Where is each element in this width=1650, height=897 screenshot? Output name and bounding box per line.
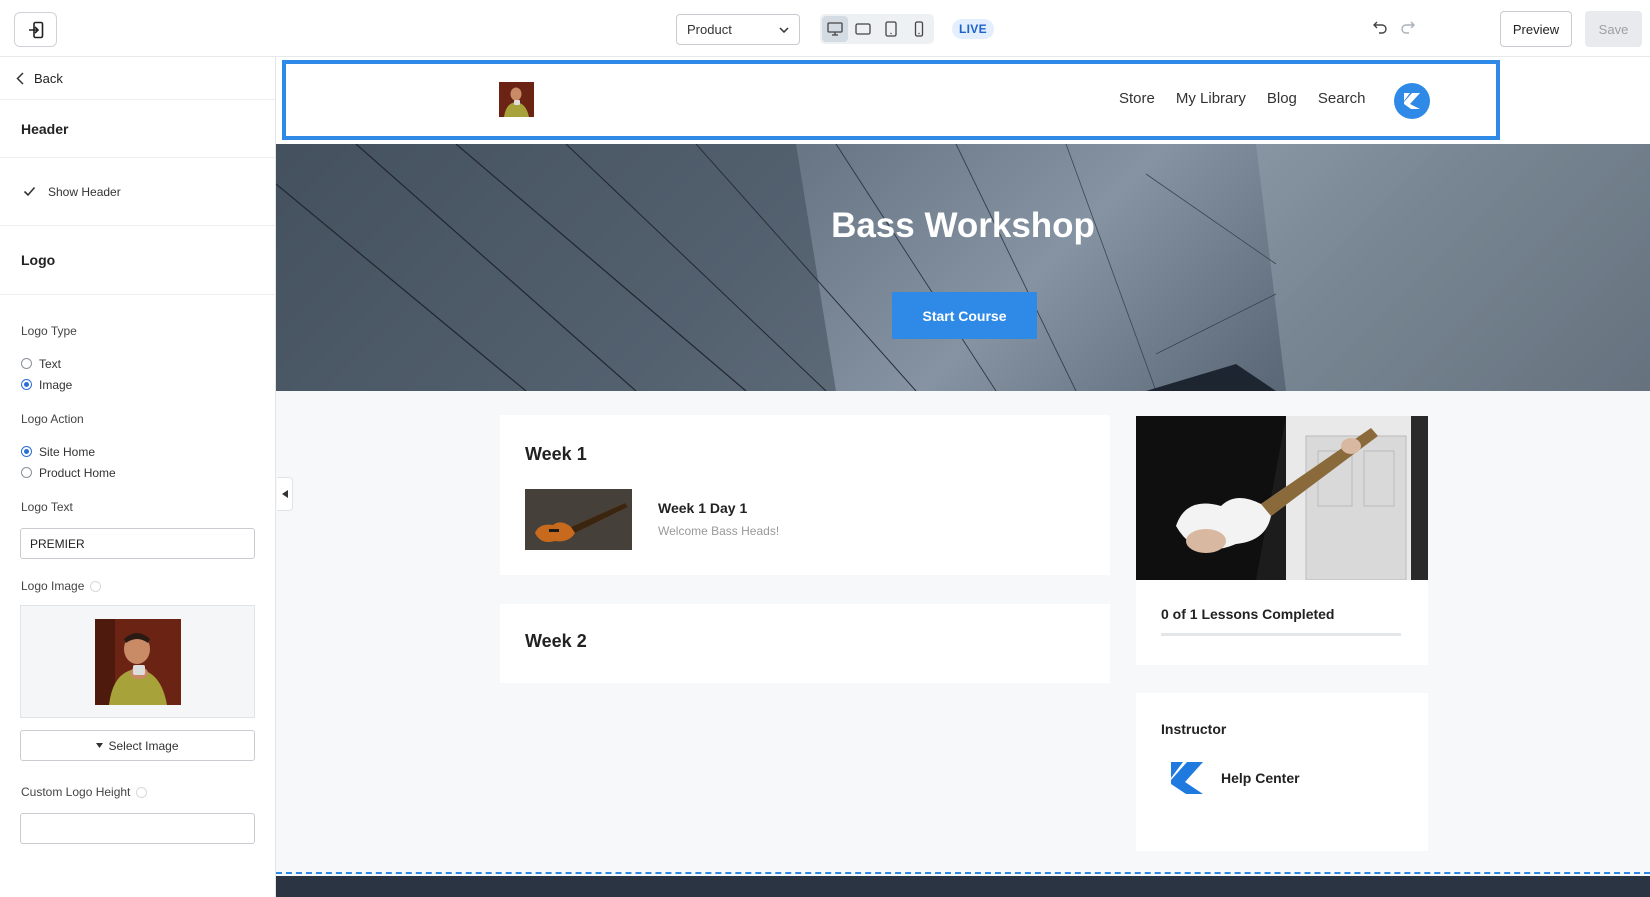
site-footer[interactable] — [276, 876, 1650, 897]
logo-image-label-row: Logo Image — [0, 579, 275, 593]
page-type-select[interactable]: Product — [676, 14, 800, 45]
instructor-card: Instructor Help Center — [1136, 693, 1428, 851]
logo-text-label: Logo Text — [21, 500, 73, 514]
site-header[interactable]: Store My Library Blog Search — [276, 57, 1650, 144]
hero-background-image — [276, 144, 1650, 391]
mobile-view-button[interactable] — [906, 16, 932, 42]
logo-action-label: Logo Action — [21, 412, 84, 426]
logo-action-option-site-home[interactable]: Site Home — [0, 441, 275, 462]
preview-button[interactable]: Preview — [1500, 11, 1572, 47]
lesson-subtitle: Welcome Bass Heads! — [658, 524, 780, 538]
checkbox-checked-icon[interactable] — [22, 185, 36, 199]
progress-section: 0 of 1 Lessons Completed — [1136, 580, 1428, 665]
nav-search[interactable]: Search — [1318, 90, 1366, 107]
chevron-left-icon — [16, 71, 24, 85]
device-switcher — [820, 14, 934, 44]
user-avatar[interactable] — [1394, 83, 1430, 119]
logo-image-label: Logo Image — [21, 579, 85, 593]
custom-logo-height-label: Custom Logo Height — [21, 785, 131, 799]
site-logo-image[interactable] — [499, 82, 534, 117]
live-status-badge: LIVE — [952, 19, 994, 39]
select-image-button[interactable]: Select Image — [20, 730, 255, 761]
radio-selected-icon[interactable] — [21, 446, 32, 457]
redo-icon — [1401, 21, 1415, 34]
desktop-icon — [827, 22, 843, 36]
settings-panel: Back Header Show Header Logo Logo Type T… — [0, 57, 276, 897]
nav-my-library[interactable]: My Library — [1176, 90, 1246, 107]
hero-banner: Bass Workshop Start Course — [276, 144, 1650, 391]
info-icon[interactable] — [136, 787, 148, 799]
instructor-name[interactable]: Help Center — [1221, 770, 1300, 786]
logo-action-option-product-home[interactable]: Product Home — [0, 462, 275, 483]
caret-down-icon — [96, 743, 104, 748]
info-icon[interactable] — [90, 581, 102, 593]
logo-type-label: Logo Type — [21, 324, 77, 338]
logo-section-title: Logo — [0, 226, 275, 295]
editor-toolbar: Product LIVE Preview Save — [0, 0, 1650, 57]
footer-selection-outline — [276, 872, 1650, 874]
week-2-card: Week 2 — [500, 604, 1110, 683]
header-section-title: Header — [0, 100, 275, 158]
option-label: Image — [39, 377, 73, 392]
redo-button[interactable] — [1400, 18, 1416, 39]
radio-selected-icon[interactable] — [21, 379, 32, 390]
mobile-icon — [914, 21, 924, 37]
logo-text-input[interactable]: PREMIER — [20, 528, 255, 559]
hero-title: Bass Workshop — [831, 206, 1095, 245]
tablet-landscape-view-button[interactable] — [850, 16, 876, 42]
lesson-title[interactable]: Week 1 Day 1 — [658, 500, 747, 516]
radio-unselected-icon[interactable] — [21, 358, 32, 369]
collapse-panel-button[interactable] — [277, 477, 293, 511]
lessons-completed-text: 0 of 1 Lessons Completed — [1161, 606, 1335, 622]
select-image-label: Select Image — [108, 738, 179, 753]
option-label: Text — [39, 356, 62, 371]
show-header-label: Show Header — [48, 184, 121, 199]
custom-logo-height-label-row: Custom Logo Height — [0, 785, 275, 799]
option-label: Product Home — [39, 465, 116, 480]
undo-button[interactable] — [1372, 18, 1388, 39]
chevron-down-icon — [779, 26, 789, 33]
site-nav: Store My Library Blog Search — [1119, 90, 1365, 107]
logo-photo-image — [94, 618, 181, 705]
custom-logo-height-input[interactable] — [20, 813, 255, 844]
back-label: Back — [34, 70, 63, 86]
start-course-button[interactable]: Start Course — [892, 292, 1037, 339]
progress-card: 0 of 1 Lessons Completed — [1136, 416, 1428, 665]
logo-type-option-text[interactable]: Text — [0, 353, 275, 374]
exit-icon — [28, 21, 43, 38]
back-button[interactable]: Back — [0, 57, 275, 100]
nav-blog[interactable]: Blog — [1267, 90, 1297, 107]
week-1-card: Week 1 Week 1 Day 1 Welcome Bass Heads! — [500, 415, 1110, 575]
tablet-landscape-icon — [855, 23, 871, 35]
logo-image-preview — [20, 605, 255, 718]
site-preview-canvas: Store My Library Blog Search Bass Worksh… — [276, 57, 1650, 897]
tablet-portrait-icon — [885, 21, 897, 37]
exit-editor-button[interactable] — [14, 12, 57, 47]
nav-store[interactable]: Store — [1119, 90, 1155, 107]
radio-unselected-icon[interactable] — [21, 467, 32, 478]
caret-left-icon — [281, 490, 288, 498]
week-2-title: Week 2 — [525, 631, 587, 651]
instructor-logo-icon — [1171, 762, 1203, 794]
lesson-thumbnail-image[interactable] — [525, 489, 632, 550]
show-header-toggle[interactable]: Show Header — [0, 158, 275, 226]
instructor-title: Instructor — [1161, 721, 1227, 737]
kajabi-logo-icon — [1404, 93, 1420, 109]
desktop-view-button[interactable] — [822, 16, 848, 42]
save-button[interactable]: Save — [1585, 11, 1642, 47]
logo-type-option-image[interactable]: Image — [0, 374, 275, 395]
tablet-portrait-view-button[interactable] — [878, 16, 904, 42]
undo-icon — [1373, 21, 1387, 34]
course-cover-image — [1136, 416, 1428, 580]
option-label: Site Home — [39, 444, 96, 459]
page-type-value: Product — [687, 22, 732, 37]
lessons-progress-bar — [1161, 633, 1401, 636]
week-1-title: Week 1 — [525, 444, 587, 464]
